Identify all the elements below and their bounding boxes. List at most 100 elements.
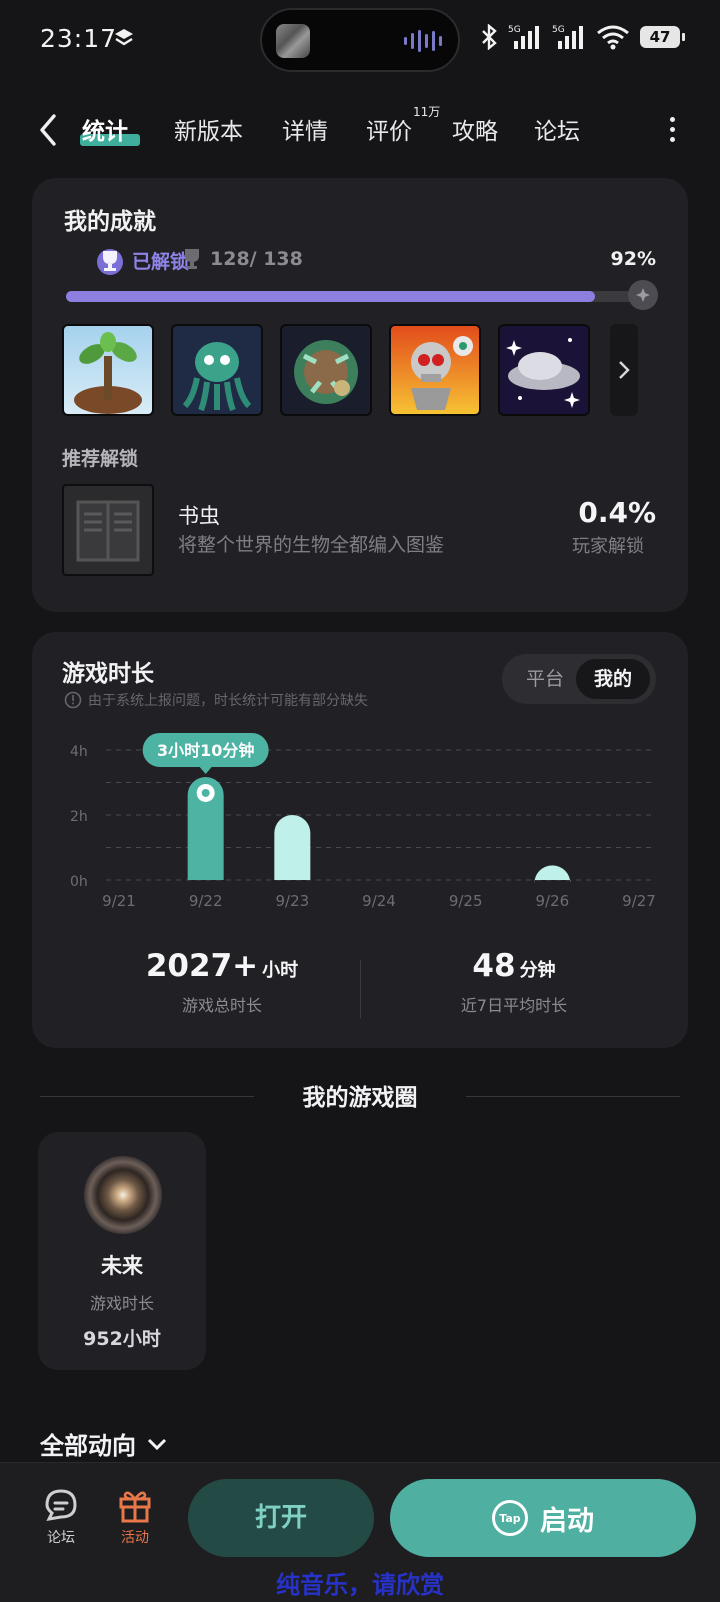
nav-forum[interactable]: 论坛 (34, 1487, 88, 1547)
launch-button[interactable]: Tap 启动 (390, 1479, 696, 1557)
average-playtime: 48 分钟 近7日平均时长 (384, 948, 644, 1016)
nav-forum-label: 论坛 (47, 1530, 75, 1546)
achievement-count-text: 128/ 138 (210, 248, 303, 270)
member-playtime-label: 游戏时长 (89, 1294, 154, 1313)
cthulhu-achievement-icon[interactable] (171, 324, 263, 416)
battery-indicator: 47 (640, 26, 685, 48)
avatar[interactable] (84, 1156, 162, 1234)
open-button[interactable]: 打开 (188, 1479, 374, 1557)
section-divider-right (466, 1096, 680, 1097)
tab-forum[interactable]: 论坛 (534, 112, 580, 146)
nav-activity[interactable]: 活动 (108, 1487, 162, 1547)
back-icon[interactable] (34, 110, 64, 150)
recommend-unlock-label: 玩家解锁 (572, 536, 644, 557)
achievement-icons-row (62, 324, 590, 416)
unlocked-filter[interactable]: 已解锁 (94, 244, 189, 276)
chart-tooltip-text: 3小时10分钟 (157, 741, 254, 760)
feed-filter-dropdown[interactable]: 全部动向 (40, 1426, 168, 1461)
total-playtime-unit: 小时 (262, 960, 299, 981)
average-playtime-value: 48 (472, 948, 516, 984)
bluetooth-icon (482, 24, 497, 50)
gift-icon (119, 1491, 151, 1523)
playtime-chart: 4h 2h 0h 9/21 3小时10分钟 9/22 9/23 9/24 9/25 9/26 9/2… (70, 732, 656, 910)
toggle-platform[interactable]: 平台 (508, 659, 582, 699)
chart-bar (274, 815, 311, 880)
network-type-label: 5G (508, 25, 521, 35)
chart-bar-marker-dot (201, 788, 210, 797)
signal-icon-2: 5G (552, 25, 583, 49)
recommend-title: 推荐解锁 (62, 448, 139, 470)
stat-divider (360, 960, 361, 1018)
bottom-action-bar: 论坛 活动 打开 Tap 启动 纯音乐，请欣赏 (0, 1462, 720, 1602)
average-playtime-unit: 分钟 (519, 960, 556, 981)
info-icon (64, 691, 82, 709)
playtime-notice: 由于系统上报问题，时长统计可能有部分缺失 (64, 690, 368, 710)
status-bar: 23:17 5G 5G 47 (0, 0, 720, 82)
more-options-icon[interactable] (666, 114, 678, 146)
feed-filter-label: 全部动向 (40, 1432, 136, 1460)
circle-member-card[interactable]: 未来 游戏时长 952小时 (38, 1132, 206, 1370)
plantera-bulb-achievement-icon[interactable] (280, 324, 372, 416)
chart-bar (534, 865, 571, 884)
unlocked-label: 已解锁 (132, 250, 190, 273)
media-thumbnail (276, 24, 310, 58)
chart-x-tick-label: 9/27 (622, 892, 656, 910)
chart-x-tick-label: 9/22 (189, 892, 223, 910)
chart-x-tick-label: 9/23 (275, 892, 309, 910)
chart-y-tick-label: 4h (70, 744, 88, 760)
playtime-card: 游戏时长 平台 我的 由于系统上报问题，时长统计可能有部分缺失 4h 2h 0h 9/… (32, 632, 688, 1048)
signal-icon: 5G (508, 25, 539, 49)
playtime-title: 游戏时长 (62, 661, 154, 687)
recommend-unlock-percent: 0.4% (578, 496, 656, 529)
tab-details[interactable]: 详情 (282, 112, 328, 146)
member-playtime-value: 952小时 (83, 1328, 161, 1350)
recommend-achievement-name: 书虫 (178, 504, 220, 528)
audio-wave-icon (404, 30, 442, 52)
nav-activity-label: 活动 (121, 1530, 149, 1546)
tab-new-version[interactable]: 新版本 (174, 112, 243, 146)
total-playtime-value: 2027+ (145, 948, 259, 984)
layers-icon (115, 29, 133, 46)
achievement-count: 128/ 138 (182, 248, 303, 270)
toggle-mine[interactable]: 我的 (576, 659, 650, 699)
bookworm-achievement-icon[interactable] (62, 484, 154, 576)
playtime-source-toggle[interactable]: 平台 我的 (502, 654, 656, 704)
achievement-progress-fill (66, 291, 595, 302)
average-playtime-label: 近7日平均时长 (460, 996, 568, 1015)
chart-y-tick-label: 2h (70, 809, 88, 825)
achievements-title: 我的成就 (64, 209, 156, 235)
wifi-icon (597, 25, 629, 50)
trophy-outline-icon (185, 249, 199, 269)
chevron-right-icon (619, 361, 630, 379)
chart-x-tick-label: 9/21 (102, 892, 136, 910)
dynamic-island[interactable] (260, 8, 460, 72)
launch-button-label: 启动 (540, 1505, 594, 1537)
clock: 23:17 (40, 24, 118, 53)
trophy-icon (97, 249, 123, 275)
total-playtime: 2027+ 小时 游戏总时长 (92, 948, 352, 1016)
tab-guides[interactable]: 攻略 (452, 112, 498, 146)
status-icons: 5G 5G 47 (480, 24, 685, 50)
chart-x-tick-label: 9/26 (535, 892, 569, 910)
tab-statistics[interactable]: 统计 (82, 112, 128, 146)
achievement-progress-bar (66, 291, 641, 302)
skeletron-achievement-icon[interactable] (389, 324, 481, 416)
chart-y-tick-label: 0h (70, 874, 88, 890)
reviews-count-badge: 11万 (413, 105, 441, 119)
network-type-label-2: 5G (552, 25, 565, 35)
sapling-achievement-icon[interactable] (62, 324, 154, 416)
achievements-more-button[interactable] (610, 324, 638, 416)
tab-reviews[interactable]: 评价 (366, 112, 412, 146)
playtime-notice-text: 由于系统上报问题，时长统计可能有部分缺失 (88, 693, 368, 709)
achievement-percent: 92% (610, 248, 656, 270)
achievements-card[interactable]: 我的成就 已解锁 128/ 138 92% 推荐解锁 书虫 将整个世界的生物全都… (32, 178, 688, 612)
total-playtime-label: 游戏总时长 (181, 996, 262, 1015)
game-circle-title: 我的游戏圈 (302, 1085, 418, 1111)
watermark-text: 纯音乐，请欣赏 (276, 1571, 444, 1599)
chart-x-tick-label: 9/24 (362, 892, 396, 910)
ufo-achievement-icon[interactable] (498, 324, 590, 416)
member-name: 未来 (101, 1254, 143, 1278)
tap-logo-icon: Tap (492, 1500, 528, 1536)
chevron-down-icon (147, 1438, 167, 1450)
progress-end-icon (628, 280, 658, 310)
